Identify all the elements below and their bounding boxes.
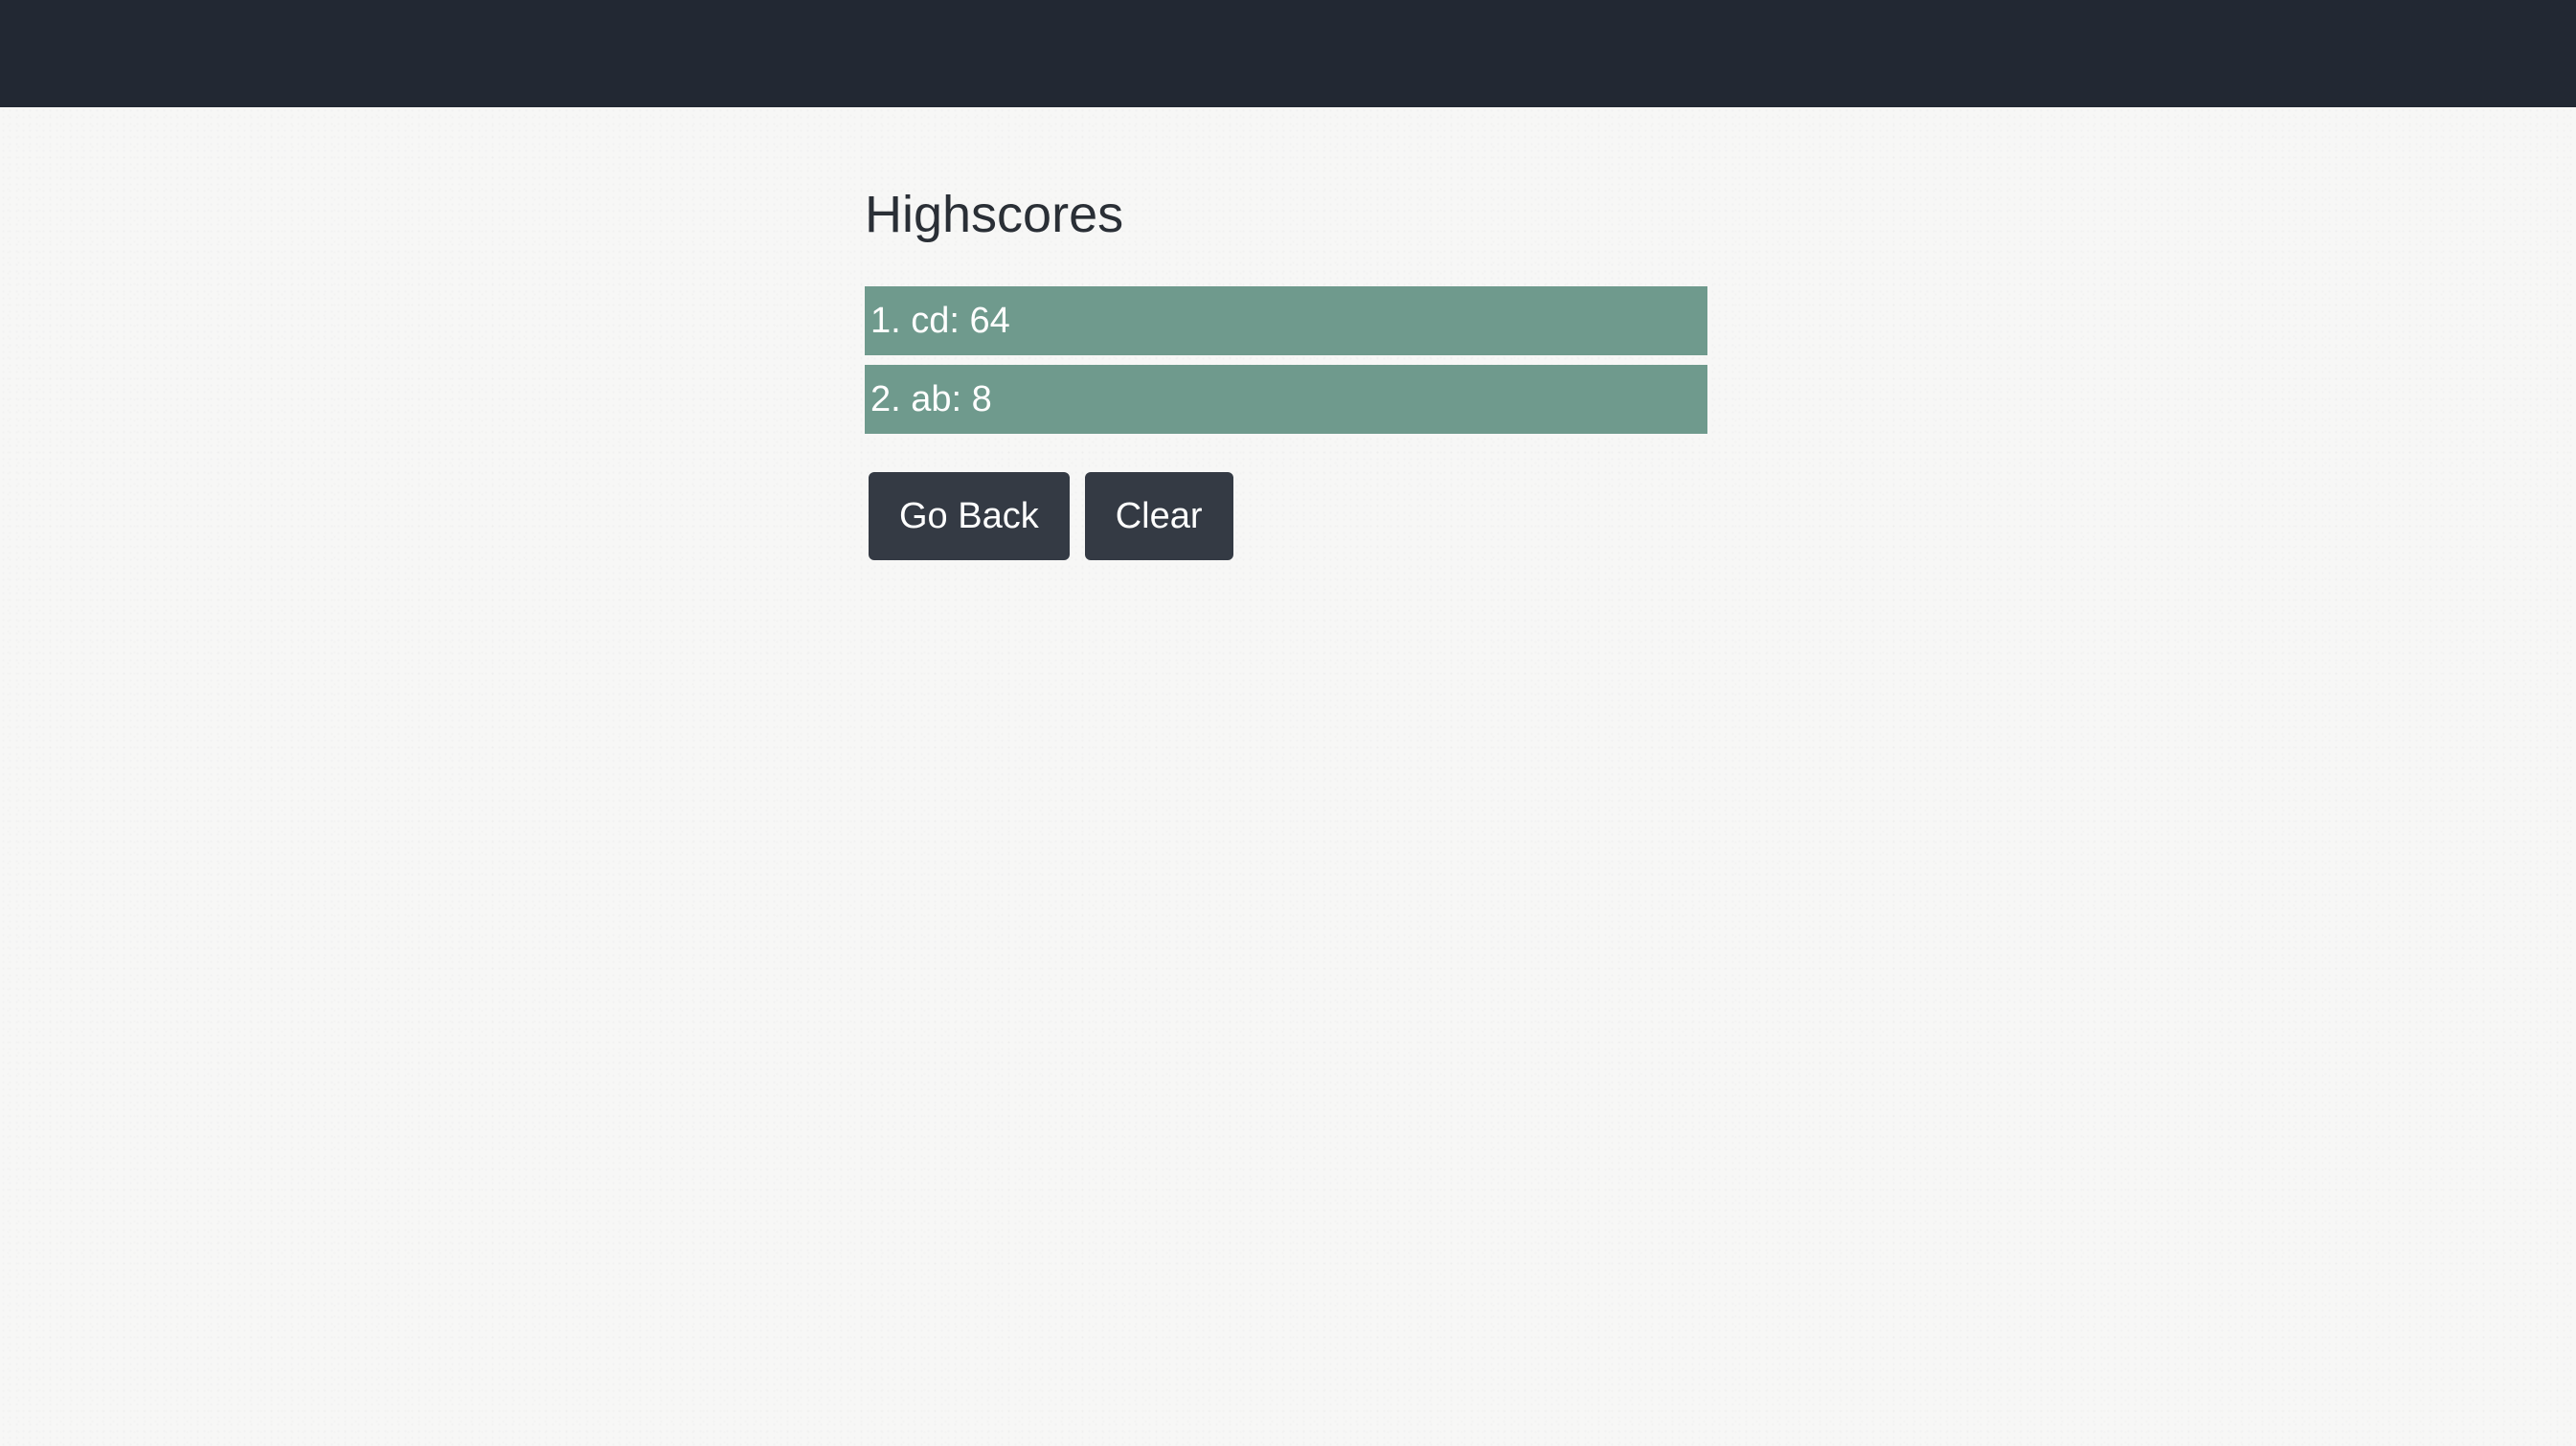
- top-navbar: [0, 0, 2576, 107]
- go-back-button[interactable]: Go Back: [869, 472, 1070, 560]
- highscore-item: 1. cd: 64: [865, 286, 1707, 355]
- action-buttons: Go Back Clear: [869, 472, 1233, 560]
- clear-button[interactable]: Clear: [1084, 472, 1233, 560]
- highscore-list: 1. cd: 64 2. ab: 8: [865, 286, 1707, 443]
- highscores-panel: Highscores 1. cd: 64 2. ab: 8 Go Back Cl…: [865, 177, 1707, 560]
- page-title: Highscores: [865, 186, 1124, 243]
- highscore-item: 2. ab: 8: [865, 365, 1707, 434]
